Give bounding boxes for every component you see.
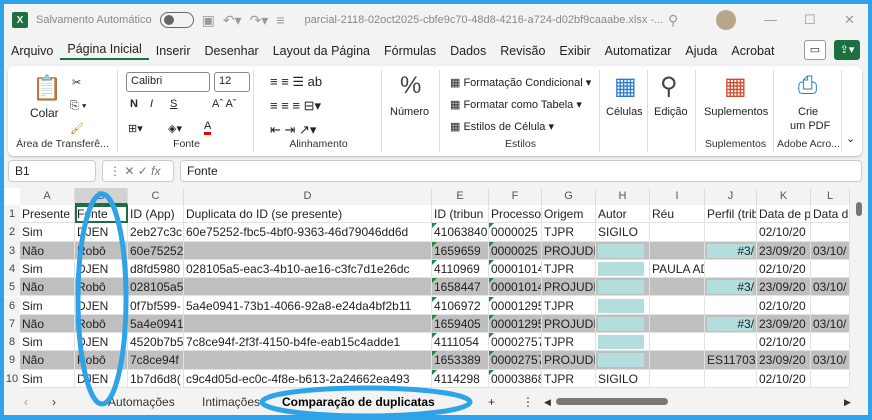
annotation-ellipse-column-b xyxy=(75,191,129,407)
annotation-ellipse-sheet-tab xyxy=(259,385,473,419)
annotation-overlay xyxy=(75,191,473,419)
